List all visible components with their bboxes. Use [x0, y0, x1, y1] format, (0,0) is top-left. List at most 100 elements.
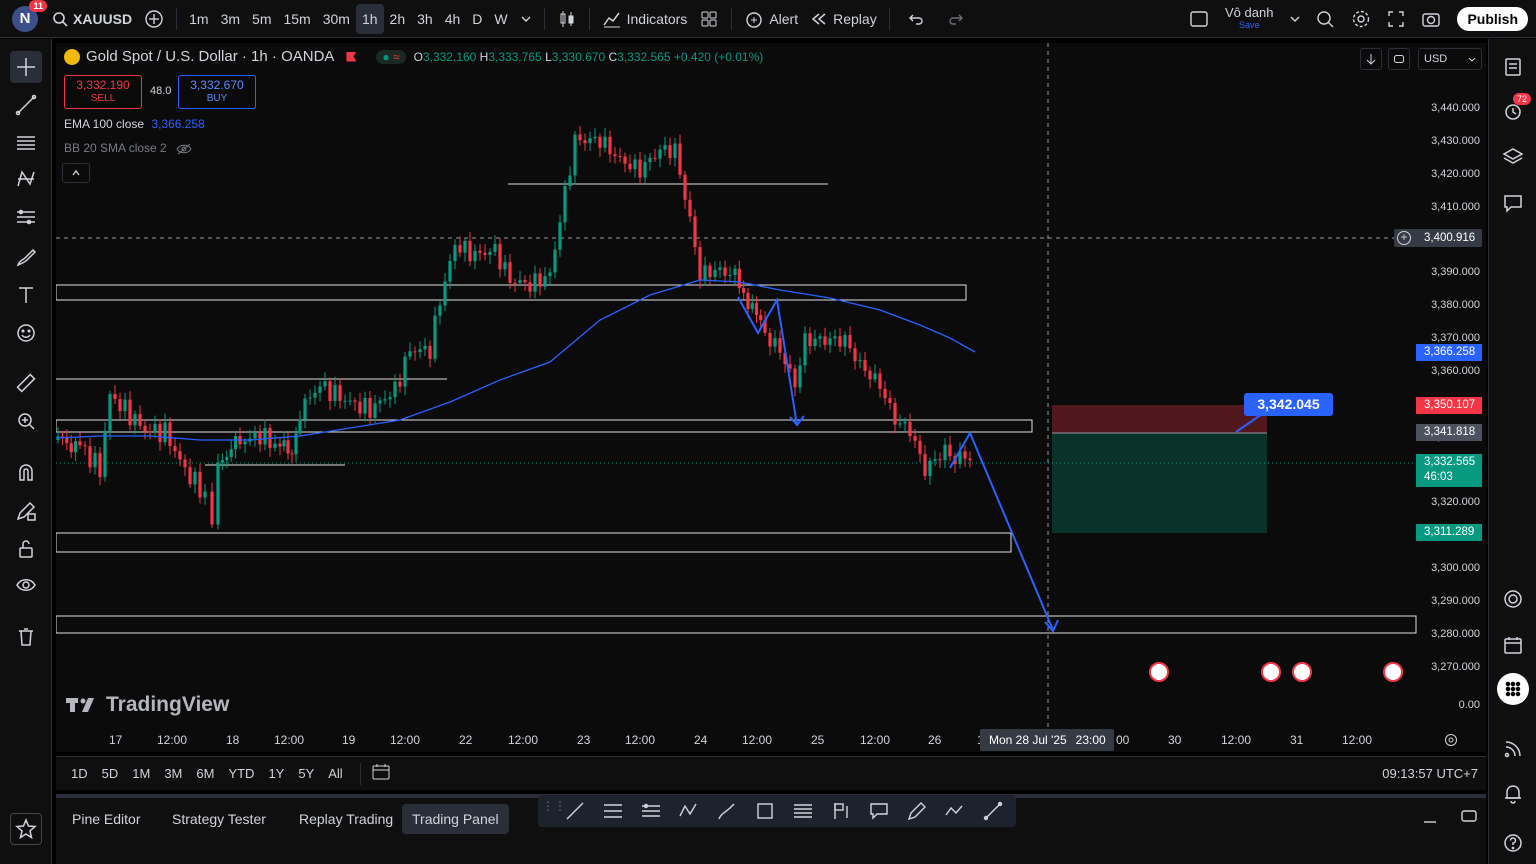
- snapshot-button[interactable]: [1413, 0, 1449, 38]
- clock-timezone[interactable]: 09:13:57 UTC+7: [1382, 766, 1478, 781]
- tab-pine-editor[interactable]: Pine Editor: [62, 804, 150, 834]
- draw-brush-button[interactable]: [708, 797, 746, 825]
- range-5d[interactable]: 5D: [95, 766, 126, 781]
- redo-button[interactable]: [936, 0, 976, 38]
- alert-button[interactable]: Alert: [738, 0, 804, 38]
- draw-fib-button[interactable]: [594, 797, 632, 825]
- draw-lines-button[interactable]: [784, 797, 822, 825]
- scroll-down-button[interactable]: [1360, 48, 1382, 70]
- tab-trading-panel[interactable]: Trading Panel: [402, 804, 509, 834]
- interval-4h[interactable]: 4h: [439, 0, 467, 38]
- range-6m[interactable]: 6M: [189, 766, 221, 781]
- pattern-tool[interactable]: [10, 163, 42, 195]
- position-target-zone[interactable]: [1052, 433, 1267, 533]
- hide-drawings[interactable]: [10, 569, 42, 601]
- stay-in-drawing-mode[interactable]: [10, 495, 42, 527]
- trendline-tool[interactable]: [10, 89, 42, 121]
- position-size-label[interactable]: 3,342.045: [1244, 393, 1333, 416]
- ruler-tool[interactable]: [10, 367, 42, 399]
- minimize-panel-button[interactable]: [1422, 810, 1438, 829]
- remove-drawings[interactable]: [10, 621, 42, 653]
- position-stop-zone[interactable]: [1052, 405, 1267, 433]
- ema-indicator-legend[interactable]: EMA 100 close 3,366.258: [64, 117, 205, 131]
- lock-drawings[interactable]: [10, 533, 42, 565]
- interval-30m[interactable]: 30m: [317, 0, 356, 38]
- range-1y[interactable]: 1Y: [261, 766, 291, 781]
- interval-1m[interactable]: 1m: [183, 0, 214, 38]
- draw-rectangle-button[interactable]: [746, 797, 784, 825]
- bb-indicator-legend[interactable]: BB 20 SMA close 2: [64, 141, 192, 156]
- interval-dropdown[interactable]: [514, 0, 538, 38]
- interval-2h[interactable]: 2h: [384, 0, 412, 38]
- draw-channel-button[interactable]: [632, 797, 670, 825]
- object-tree-button[interactable]: [1497, 141, 1529, 173]
- range-3m[interactable]: 3M: [157, 766, 189, 781]
- alerts-button[interactable]: 72: [1497, 93, 1531, 127]
- zoom-tool[interactable]: [10, 405, 42, 437]
- fullscreen-button[interactable]: [1379, 0, 1413, 38]
- symbol-title[interactable]: Gold Spot / U.S. Dollar · 1h · OANDA: [86, 48, 334, 65]
- zone-3345[interactable]: [56, 419, 1033, 433]
- us-event-icon[interactable]: [1149, 662, 1169, 682]
- crosshair-tool[interactable]: [10, 51, 42, 83]
- settings-button[interactable]: [1343, 0, 1379, 38]
- apps-button[interactable]: [1497, 673, 1529, 705]
- tab-replay-trading[interactable]: Replay Trading: [289, 804, 403, 834]
- interval-3h[interactable]: 3h: [411, 0, 439, 38]
- collapse-legend-button[interactable]: [62, 163, 90, 183]
- interval-15m[interactable]: 15m: [277, 0, 316, 38]
- add-alert-plus-icon[interactable]: +: [1397, 231, 1411, 245]
- buy-button[interactable]: 3,332.670 BUY: [178, 75, 256, 109]
- compare-symbol-button[interactable]: [138, 0, 170, 38]
- interval-1h[interactable]: 1h: [355, 3, 384, 34]
- favorites-button[interactable]: [10, 813, 42, 845]
- us-event-icon[interactable]: [1261, 662, 1281, 682]
- tab-strategy-tester[interactable]: Strategy Tester: [162, 804, 276, 834]
- zone-3285[interactable]: [56, 615, 1417, 634]
- draw-callout-button[interactable]: [860, 797, 898, 825]
- drag-handle-icon[interactable]: ⋮⋮: [542, 800, 566, 812]
- range-all[interactable]: All: [321, 766, 349, 781]
- sell-button[interactable]: 3,332.190 SELL: [64, 75, 142, 109]
- undo-button[interactable]: [896, 0, 936, 38]
- draw-pattern-button[interactable]: [670, 797, 708, 825]
- replay-button[interactable]: Replay: [804, 0, 883, 38]
- chat-button[interactable]: [1497, 187, 1529, 219]
- symbol-search[interactable]: XAUUSD: [46, 0, 138, 38]
- market-status[interactable]: ● ≈: [376, 49, 406, 64]
- text-tool[interactable]: [10, 279, 42, 311]
- indicators-button[interactable]: Indicators: [596, 0, 694, 38]
- interval-5m[interactable]: 5m: [246, 0, 277, 38]
- interval-W[interactable]: W: [488, 0, 513, 38]
- stream-button[interactable]: [1497, 733, 1529, 765]
- projection-path-1[interactable]: [737, 296, 798, 426]
- calendar-button[interactable]: [1497, 629, 1529, 661]
- range-1m[interactable]: 1M: [125, 766, 157, 781]
- magnet-tool[interactable]: [10, 457, 42, 489]
- goto-date-button[interactable]: [371, 763, 391, 784]
- auto-scale-button[interactable]: [1388, 48, 1410, 70]
- us-event-icon[interactable]: [1383, 662, 1403, 682]
- zone-3310[interactable]: [56, 532, 1012, 553]
- emoji-tool[interactable]: [10, 317, 42, 349]
- publish-button[interactable]: Publish: [1457, 6, 1528, 31]
- draw-pencil-button[interactable]: [898, 797, 936, 825]
- draw-path-button[interactable]: [936, 797, 974, 825]
- help-button[interactable]: [1497, 827, 1529, 859]
- user-avatar[interactable]: N 11: [12, 0, 47, 32]
- range-5y[interactable]: 5Y: [291, 766, 321, 781]
- interval-D[interactable]: D: [466, 0, 488, 38]
- eye-off-icon[interactable]: [176, 142, 192, 156]
- fib-tool[interactable]: [10, 127, 42, 159]
- forecast-tool[interactable]: [10, 201, 42, 233]
- quick-search-button[interactable]: [1307, 0, 1343, 38]
- maximize-panel-button[interactable]: [1460, 808, 1478, 827]
- draw-measure-button[interactable]: [974, 797, 1012, 825]
- layout-checkbox[interactable]: [1183, 0, 1215, 38]
- notifications-button[interactable]: [1497, 777, 1529, 809]
- time-axis-settings[interactable]: [1444, 733, 1458, 750]
- templates-button[interactable]: [693, 0, 725, 38]
- watchlist-button[interactable]: [1497, 51, 1529, 83]
- us-event-icon[interactable]: [1292, 662, 1312, 682]
- range-1d[interactable]: 1D: [64, 766, 95, 781]
